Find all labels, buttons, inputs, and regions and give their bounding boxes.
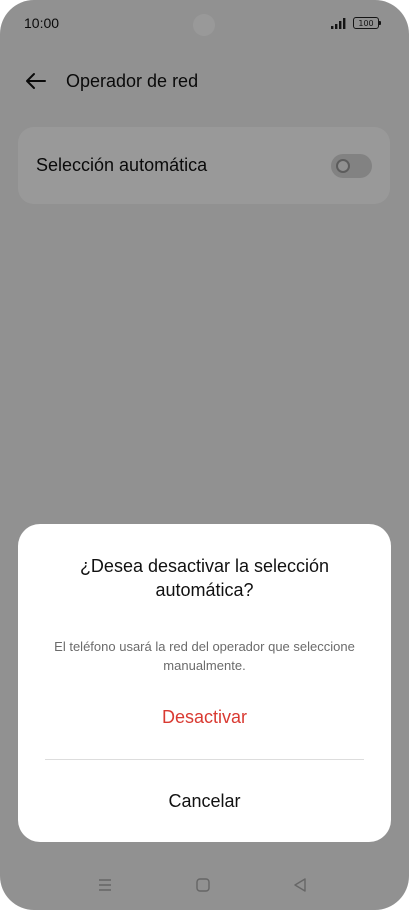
dialog-message: El teléfono usará la red del operador qu…: [54, 639, 355, 673]
cancel-button[interactable]: Cancelar: [18, 786, 391, 816]
deactivate-button[interactable]: Desactivar: [18, 702, 391, 732]
back-triangle-icon[interactable]: [291, 876, 309, 894]
phone-screen: 10:00 100 Operador de red Selección auto…: [0, 0, 409, 910]
menu-icon[interactable]: [96, 876, 114, 894]
home-icon[interactable]: [194, 876, 212, 894]
confirm-dialog: ¿Desea desactivar la selección automátic…: [18, 524, 391, 842]
dialog-title: ¿Desea desactivar la selección automátic…: [79, 556, 330, 600]
dialog-divider: [45, 759, 364, 760]
system-nav-bar: [0, 868, 409, 902]
